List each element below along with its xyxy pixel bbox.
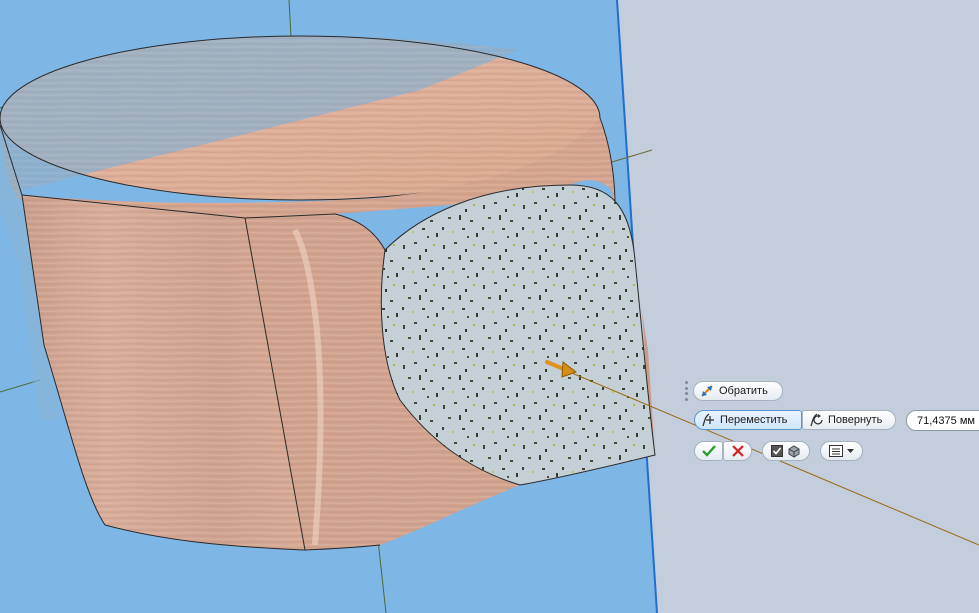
x-icon xyxy=(731,445,744,457)
checkmark-icon xyxy=(701,445,716,457)
distance-input[interactable] xyxy=(906,410,979,431)
chevron-down-icon xyxy=(847,448,854,454)
3d-viewport[interactable] xyxy=(0,0,979,613)
checkbox-icon xyxy=(771,445,783,457)
minitoolbar-grip[interactable] xyxy=(682,381,690,401)
flip-arrows-icon xyxy=(699,383,715,399)
ok-button[interactable] xyxy=(694,441,723,461)
flip-button[interactable]: Обратить xyxy=(693,381,783,401)
menu-dropdown[interactable] xyxy=(820,441,863,461)
flip-label: Обратить xyxy=(719,385,768,397)
move-label: Переместить xyxy=(720,414,788,426)
move-button[interactable]: Переместить xyxy=(694,410,802,430)
cancel-button[interactable] xyxy=(723,441,752,461)
apply-button[interactable] xyxy=(762,441,810,461)
rotate-button[interactable]: Повернуть xyxy=(802,410,896,430)
move-icon xyxy=(700,412,716,428)
rotate-label: Повернуть xyxy=(828,414,883,426)
rotate-icon xyxy=(808,412,824,428)
list-menu-icon xyxy=(829,445,843,457)
solid-body-icon xyxy=(787,444,801,458)
